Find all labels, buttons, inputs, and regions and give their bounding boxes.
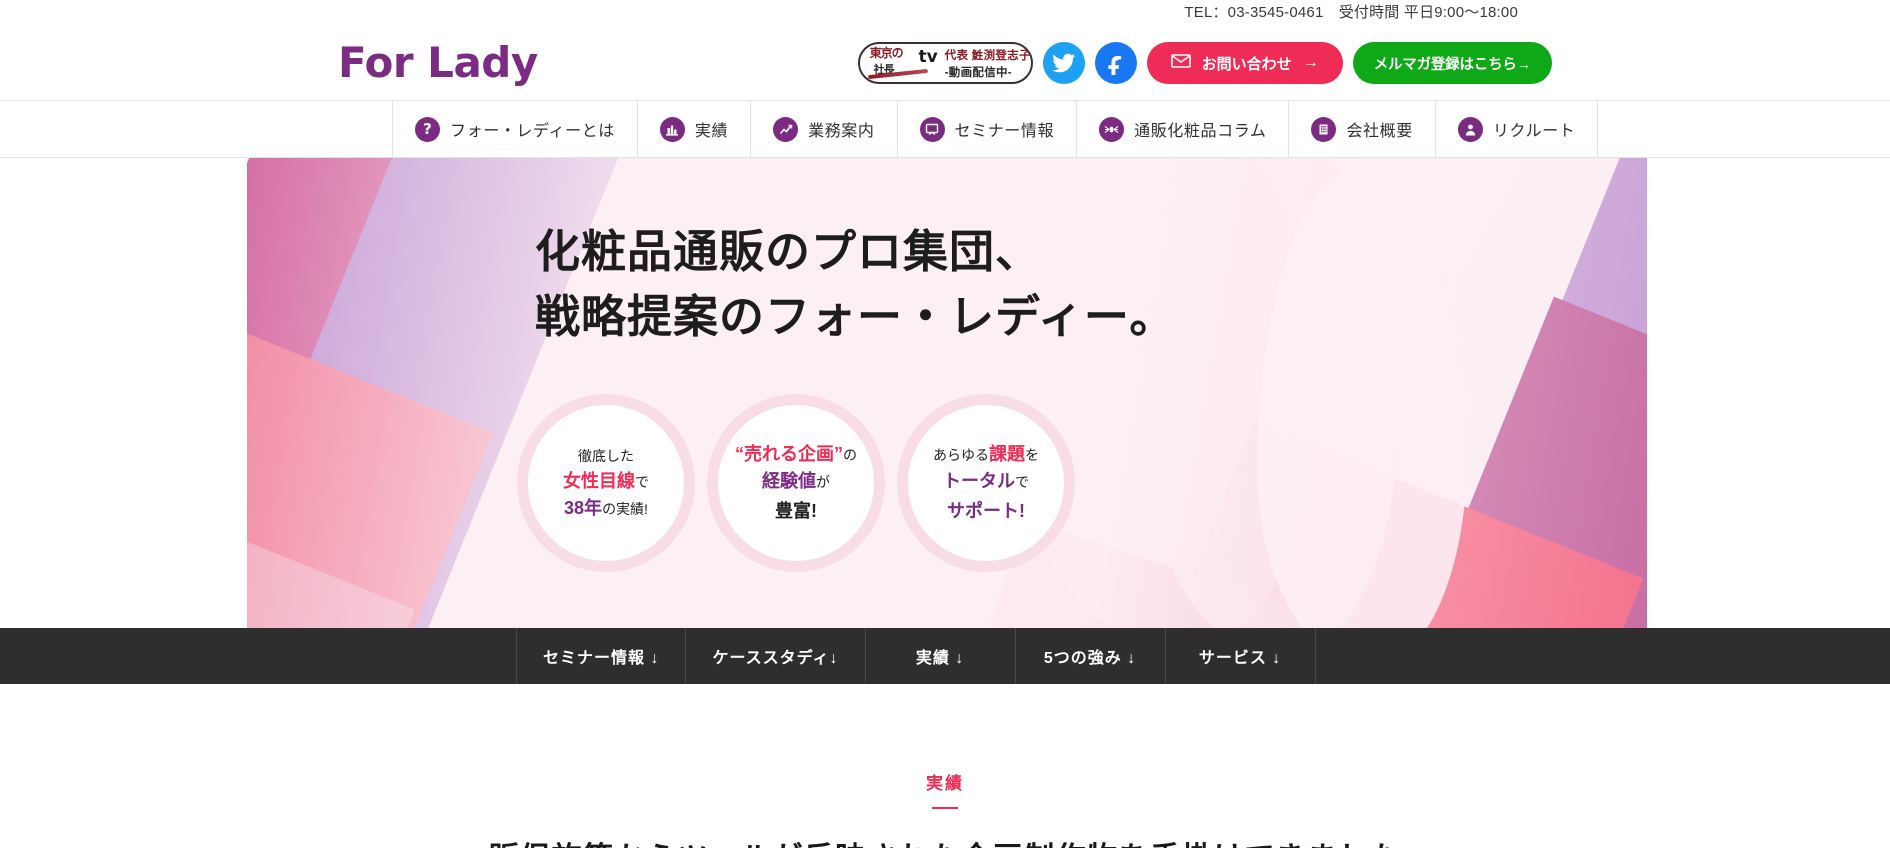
feature-suffix: を [1025,447,1039,464]
nav-label-company: 会社概要 [1346,123,1413,140]
nav-label-recruit: リクルート [1492,123,1576,140]
nav-item-about[interactable]: ? フォー・レディーとは [392,101,638,157]
anchor-item-casestudy[interactable]: ケーススタディ↓ [686,628,866,684]
arrow-right-icon: → [1302,54,1319,71]
nav-item-seminar[interactable]: セミナー情報 [898,101,1078,157]
badge-representative-name: 代表 鮏渕登志子 [944,49,1031,62]
tokyo-shacho-tv-logo: 東京の 社長 tv [867,45,940,81]
hero-headline: 化粧品通販のプロ集団、 戦略提案のフォー・レディー。 [535,227,1176,342]
hero-content: 化粧品通販のプロ集団、 戦略提案のフォー・レディー。 徹底した 女性目線で 38… [247,158,1647,628]
section-divider [932,807,958,809]
feature-suffix: で [1015,474,1029,490]
question-icon: ? [415,116,440,142]
hero-artwork: 化粧品通販のプロ集団、 戦略提案のフォー・レディー。 徹底した 女性目線で 38… [247,158,1647,628]
newsletter-button-label: メルマガ登録はこちら→ [1373,56,1532,73]
feature-suffix: の [843,447,857,464]
feature-circle: 徹底した 女性目線で 38年の実績! [517,394,695,572]
video-badge[interactable]: 東京の 社長 tv 代表 鮏渕登志子 -動画配信中- [857,42,1033,84]
nav-label-column: 通販化粧品コラム [1134,123,1267,140]
nav-label-about: フォー・レディーとは [450,123,615,140]
feature-suffix: の実績! [602,501,648,517]
line-graph-icon [773,116,799,142]
feature-accent: 女性目線 [563,471,635,492]
feature-accent: 38年 [564,498,603,518]
hero-banner: 化粧品通販のプロ集団、 戦略提案のフォー・レディー。 徹底した 女性目線で 38… [0,158,1890,628]
feature-accent: 課題 [989,444,1025,465]
twitter-icon[interactable] [1042,42,1085,84]
feature-line: 38年の実績! [564,497,648,520]
feature-accent: トータル [943,471,1015,491]
feature-circle: あらゆる課題を トータルで サポート! [897,394,1075,572]
presentation-icon [919,116,945,142]
feature-line: 女性目線で [563,470,649,493]
site-logo[interactable]: For Lady [338,38,538,87]
contact-info-text: TEL：03-3545-0461 受付時間 平日9:00〜18:00 [1184,3,1518,21]
facebook-icon[interactable] [1094,42,1137,84]
feature-line: 経験値が [762,470,830,493]
hero-feature-circles: 徹底した 女性目線で 38年の実績! “売れる企画”の 経験値が 豊富! あらゆ… [517,394,1075,572]
nav-label-seminar: セミナー情報 [954,123,1055,140]
nav-item-services[interactable]: 業務案内 [751,101,898,157]
main-navigation: ? フォー・レディーとは 実績 業務案内 セミナー情報 通販化粧品コラム 会社概… [0,100,1890,158]
results-section: 実績 販促施策からツールが反映された企画制作物を手掛けてきました [0,684,1890,848]
bar-chart-icon [659,116,685,142]
badge-streaming-label: -動画配信中- [944,66,1012,79]
nav-label-results: 実績 [694,123,729,140]
feature-line: “売れる企画”の [735,443,857,466]
section-label: 実績 [926,774,964,793]
badge-logo-tv-text: tv [918,47,938,67]
section-headline: 販促施策からツールが反映された企画制作物を手掛けてきました [0,833,1890,848]
person-icon [1457,116,1483,142]
top-utility-bar: TEL：03-3545-0461 受付時間 平日9:00〜18:00 [0,0,1890,22]
feature-accent: “売れる企画” [735,444,843,465]
badge-text-block: 代表 鮏渕登志子 -動画配信中- [945,47,1031,80]
feature-line: あらゆる課題を [933,443,1039,466]
nav-item-column[interactable]: 通販化粧品コラム [1077,101,1290,157]
anchor-item-strengths[interactable]: 5つの強み ↓ [1016,628,1166,684]
header-actions: 東京の 社長 tv 代表 鮏渕登志子 -動画配信中- お問い合わせ → メルマガ… [857,42,1552,84]
anchor-item-service[interactable]: サービス ↓ [1166,628,1316,684]
feature-line: トータルで [943,470,1029,493]
feature-suffix: が [816,474,830,490]
nav-label-services: 業務案内 [808,123,875,140]
anchor-navigation: セミナー情報 ↓ ケーススタディ↓ 実績 ↓ 5つの強み ↓ サービス ↓ [0,628,1890,684]
feature-suffix: で [635,474,649,491]
feature-circle: “売れる企画”の 経験値が 豊富! [707,394,885,572]
nav-item-results[interactable]: 実績 [638,101,752,157]
nav-item-company[interactable]: 会社概要 [1289,101,1436,157]
feature-line: サポート! [947,500,1025,521]
mail-icon [1170,54,1191,72]
site-header: For Lady 東京の 社長 tv 代表 鮏渕登志子 -動画配信中- お問い合… [0,22,1890,100]
badge-logo-top-text: 東京の [869,46,904,60]
nav-item-recruit[interactable]: リクルート [1436,101,1599,157]
anchor-item-seminar[interactable]: セミナー情報 ↓ [516,628,687,684]
cosmetics-icon [1099,116,1125,142]
newsletter-button[interactable]: メルマガ登録はこちら→ [1352,42,1552,84]
contact-button-label: お問い合わせ [1201,55,1292,73]
feature-prefix: あらゆる [933,447,989,464]
feature-line: 豊富! [775,500,817,521]
building-icon [1311,116,1337,142]
anchor-item-results[interactable]: 実績 ↓ [866,628,1016,684]
feature-accent: 経験値 [762,471,816,491]
contact-button[interactable]: お問い合わせ → [1146,42,1343,84]
feature-line: 徹底した [578,448,634,465]
